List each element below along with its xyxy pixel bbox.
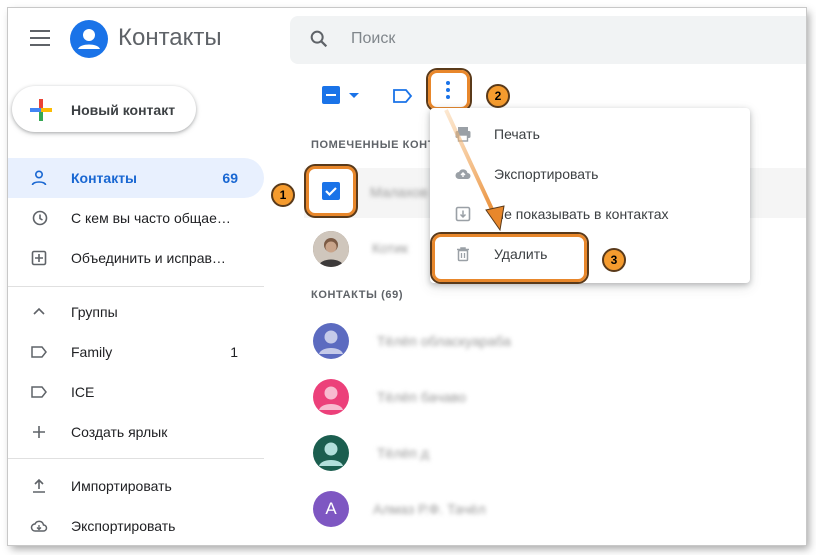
search-icon[interactable] <box>308 28 330 55</box>
person-icon <box>31 170 47 186</box>
chevron-down-icon[interactable] <box>349 93 359 98</box>
history-icon <box>32 210 48 226</box>
contact-name[interactable]: Малахов <box>370 184 428 200</box>
menu-item-label: Не показывать в контактах <box>494 206 669 222</box>
contact-name[interactable]: Тёлёп обласкуараба <box>377 333 511 349</box>
contacts-window: Контакты Поиск Новый контакт Контакты 69… <box>8 8 806 545</box>
sidebar-item-contacts[interactable]: Контакты 69 <box>8 158 264 198</box>
sidebar-export[interactable]: Экспортировать <box>8 506 264 545</box>
sidebar-item-label: Объединить и исправ… <box>71 250 226 266</box>
sidebar-item-family[interactable]: Family 1 <box>8 332 264 372</box>
annotation-badge-3: 3 <box>602 248 626 272</box>
label-count: 1 <box>230 344 238 360</box>
sidebar-item-merge[interactable]: Объединить и исправ… <box>8 238 264 278</box>
sidebar-divider <box>8 286 264 287</box>
starred-section-header: ПОМЕЧЕННЫЕ КОНТ <box>311 139 436 151</box>
avatar[interactable] <box>313 231 349 267</box>
sidebar-item-label: Family <box>71 344 113 360</box>
app-title: Контакты <box>118 24 222 51</box>
more-options-button[interactable] <box>428 70 470 110</box>
delete-highlight-frame <box>432 234 587 282</box>
search-input[interactable]: Поиск <box>351 30 395 48</box>
avatar[interactable] <box>313 323 349 359</box>
export-label: Экспортировать <box>71 518 176 534</box>
sidebar-divider <box>8 458 264 459</box>
check-icon <box>325 187 337 197</box>
sidebar-import[interactable]: Импортировать <box>8 466 264 506</box>
sidebar-item-frequent[interactable]: С кем вы часто общае… <box>8 198 264 238</box>
plus-icon <box>30 99 52 121</box>
sidebar-create-label[interactable]: Создать ярлык <box>8 412 264 452</box>
contacts-count: 69 <box>222 170 238 186</box>
upload-icon <box>33 478 45 493</box>
sidebar-item-label: ICE <box>71 384 95 400</box>
groups-label: Группы <box>71 304 118 320</box>
avatar[interactable]: A <box>313 491 349 527</box>
contact-name[interactable]: Котик <box>372 240 408 256</box>
contact-name[interactable]: Алмаз Р.Ф. Тачёл <box>373 501 486 517</box>
main-menu-icon[interactable] <box>30 30 50 46</box>
new-contact-label: Новый контакт <box>71 102 176 118</box>
contact-name[interactable]: Тёлёп бачаво <box>377 389 466 405</box>
chevron-up-icon <box>33 307 45 315</box>
label-icon[interactable] <box>393 88 413 109</box>
plus-icon <box>33 426 45 438</box>
contact-name[interactable]: Тёлёп д <box>377 445 429 461</box>
contacts-section-header: КОНТАКТЫ (69) <box>311 289 404 301</box>
sidebar-item-ice[interactable]: ICE <box>8 372 264 412</box>
contacts-logo-icon <box>70 20 108 58</box>
sidebar-item-label: Контакты <box>71 170 138 186</box>
select-all-checkbox[interactable] <box>322 86 340 104</box>
contact-checkbox[interactable] <box>306 166 356 216</box>
sidebar-groups-toggle[interactable]: Группы <box>8 292 264 332</box>
annotation-badge-2: 2 <box>486 84 510 108</box>
merge-icon <box>31 250 47 266</box>
avatar[interactable] <box>313 435 349 471</box>
label-icon <box>31 386 47 398</box>
avatar[interactable] <box>313 379 349 415</box>
label-icon <box>31 346 47 358</box>
sidebar-item-label: С кем вы часто общае… <box>71 210 231 226</box>
import-label: Импортировать <box>71 478 172 494</box>
create-label-text: Создать ярлык <box>71 424 168 440</box>
annotation-arrow <box>444 109 505 232</box>
annotation-badge-1: 1 <box>271 183 295 207</box>
cloud-download-icon <box>30 520 48 532</box>
